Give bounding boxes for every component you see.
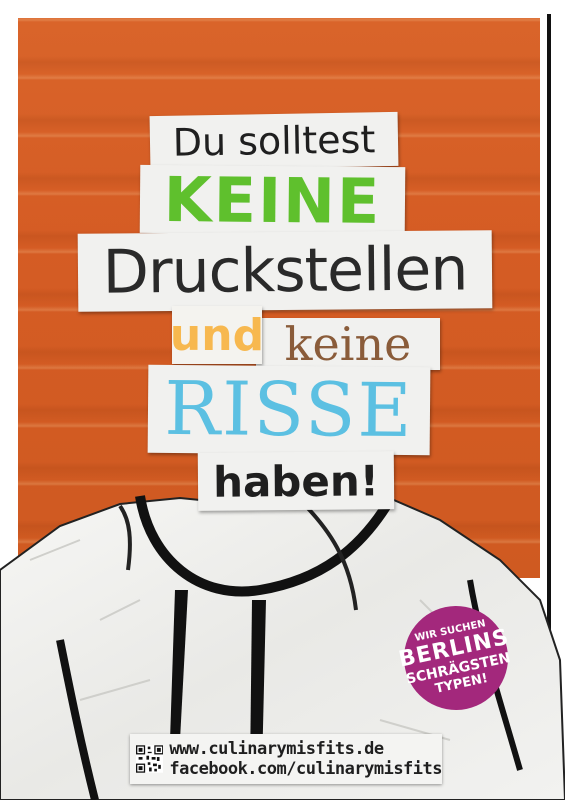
facebook-link[interactable]: facebook.com/culinarymisfits <box>169 759 442 779</box>
headline-line-2: KEINE <box>139 164 406 236</box>
poster: Du solltest KEINE Druckstellen keine und… <box>0 0 565 800</box>
headline-text-druckstellen: Druckstellen <box>102 234 468 308</box>
footer-links: www.culinarymisfits.de facebook.com/culi… <box>169 739 442 779</box>
headline-line-4a: und <box>172 306 262 364</box>
headline-line-4b: keine <box>256 318 440 370</box>
qr-code-icon[interactable] <box>136 743 164 775</box>
headline-line-1: Du solltest <box>149 111 399 171</box>
website-link[interactable]: www.culinarymisfits.de <box>169 739 442 759</box>
headline-text-du-solltest: Du solltest <box>172 117 376 165</box>
footer-strip: www.culinarymisfits.de facebook.com/culi… <box>130 734 442 784</box>
headline-text-keine: KEINE <box>163 164 382 236</box>
headline-text-und: und <box>172 309 262 361</box>
headline-line-6: haben! <box>197 451 395 511</box>
headline-text-haben: haben! <box>212 455 380 507</box>
headline-line-3: Druckstellen <box>77 230 493 312</box>
headline-text-keine-lower: keine <box>284 318 412 370</box>
